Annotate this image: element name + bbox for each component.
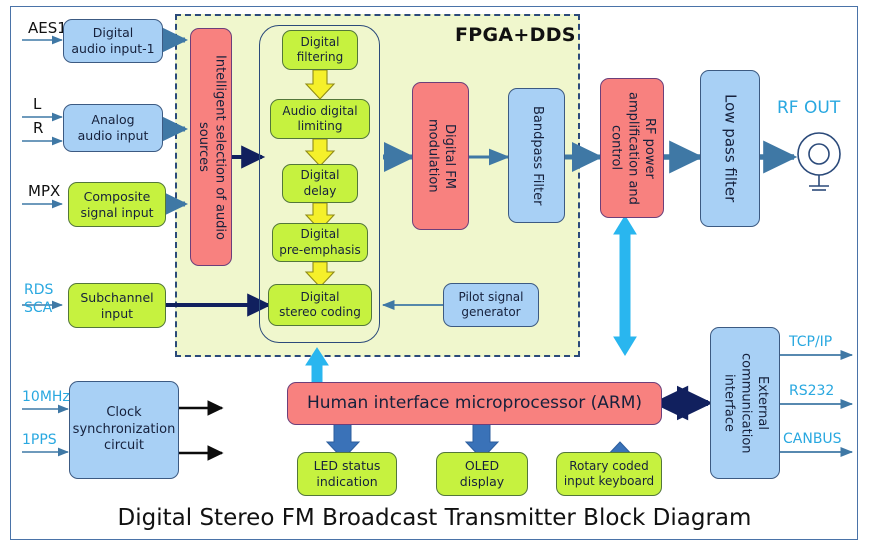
block-digital-stereo-coding-label: Digital stereo coding (279, 289, 361, 319)
block-audio-digital-limiting-label: Audio digital limiting (282, 103, 358, 133)
output-label-canbus: CANBUS (783, 431, 842, 447)
block-low-pass-filter-label: Low pass filter (721, 94, 740, 203)
block-clock-sync-circuit: Clock synchronization circuit (69, 381, 179, 479)
block-human-interface-mcu: Human interface microprocessor (ARM) (287, 382, 662, 425)
input-label-10mhz: 10MHz (22, 389, 70, 405)
block-pilot-signal-generator: Pilot signal generator (443, 283, 539, 327)
block-analog-audio-input-label: Analog audio input (77, 112, 149, 143)
output-label-rs232: RS232 (789, 383, 835, 399)
input-label-mpx: MPX (28, 182, 61, 200)
block-audio-digital-limiting: Audio digital limiting (270, 99, 370, 139)
block-clock-sync-circuit-label: Clock synchronization circuit (72, 405, 176, 454)
block-digital-pre-emphasis: Digital pre-emphasis (272, 223, 368, 262)
block-external-communication-interface: External communication interface (710, 327, 780, 479)
antenna-icon (797, 132, 841, 191)
block-digital-pre-emphasis-label: Digital pre-emphasis (279, 227, 361, 257)
block-digital-delay-label: Digital delay (300, 168, 340, 198)
block-diagram-canvas: FPGA+DDS AES1 Digital audio input-1 L R … (0, 0, 869, 550)
block-low-pass-filter: Low pass filter (700, 70, 760, 227)
block-rf-power-amplification: RF power amplification and control (600, 78, 664, 218)
block-digital-filtering: Digital filtering (282, 30, 358, 70)
block-subchannel-input: Subchannel input (68, 283, 166, 328)
input-label-sca: SCA (24, 300, 53, 316)
block-digital-fm-modulation: Digital FM modulation (412, 82, 469, 230)
input-label-rds: RDS (24, 282, 54, 298)
input-label-1pps: 1PPS (22, 432, 57, 448)
input-label-aes1: AES1 (28, 19, 67, 37)
block-rotary-input-keyboard: Rotary coded input keyboard (556, 452, 662, 496)
block-rf-power-amplification-label: RF power amplification and control (608, 91, 657, 205)
block-analog-audio-input: Analog audio input (63, 104, 163, 152)
output-label-rf-out: RF OUT (777, 98, 841, 118)
input-label-left: L (33, 95, 42, 113)
block-digital-delay: Digital delay (282, 164, 358, 203)
block-composite-signal-input-label: Composite signal input (80, 188, 154, 220)
block-bandpass-filter-label: Bandpass Filter (529, 105, 545, 206)
block-digital-fm-modulation-label: Digital FM modulation (425, 119, 458, 193)
block-led-status-indication: LED status indication (297, 452, 397, 496)
block-digital-filtering-label: Digital filtering (296, 34, 344, 64)
block-intelligent-selection-label: Intelligent selection of audio sources (196, 54, 228, 240)
block-oled-display-label: OLED display (459, 458, 505, 489)
fpga-dds-label: FPGA+DDS (455, 24, 576, 46)
block-digital-audio-input: Digital audio input-1 (63, 19, 163, 63)
output-label-tcpip: TCP/IP (789, 334, 833, 350)
block-human-interface-mcu-label: Human interface microprocessor (ARM) (306, 392, 643, 413)
block-composite-signal-input: Composite signal input (68, 182, 166, 227)
block-bandpass-filter: Bandpass Filter (508, 88, 565, 223)
block-oled-display: OLED display (436, 452, 528, 496)
block-external-communication-interface-label: External communication interface (721, 352, 770, 454)
block-digital-stereo-coding: Digital stereo coding (268, 284, 372, 326)
block-rotary-input-keyboard-label: Rotary coded input keyboard (563, 458, 655, 488)
block-led-status-indication-label: LED status indication (313, 458, 381, 489)
block-subchannel-input-label: Subchannel input (80, 289, 154, 321)
input-label-right: R (33, 119, 44, 137)
block-intelligent-selection: Intelligent selection of audio sources (190, 28, 232, 266)
block-pilot-signal-generator-label: Pilot signal generator (458, 289, 524, 319)
block-digital-audio-input-label: Digital audio input-1 (71, 25, 155, 56)
